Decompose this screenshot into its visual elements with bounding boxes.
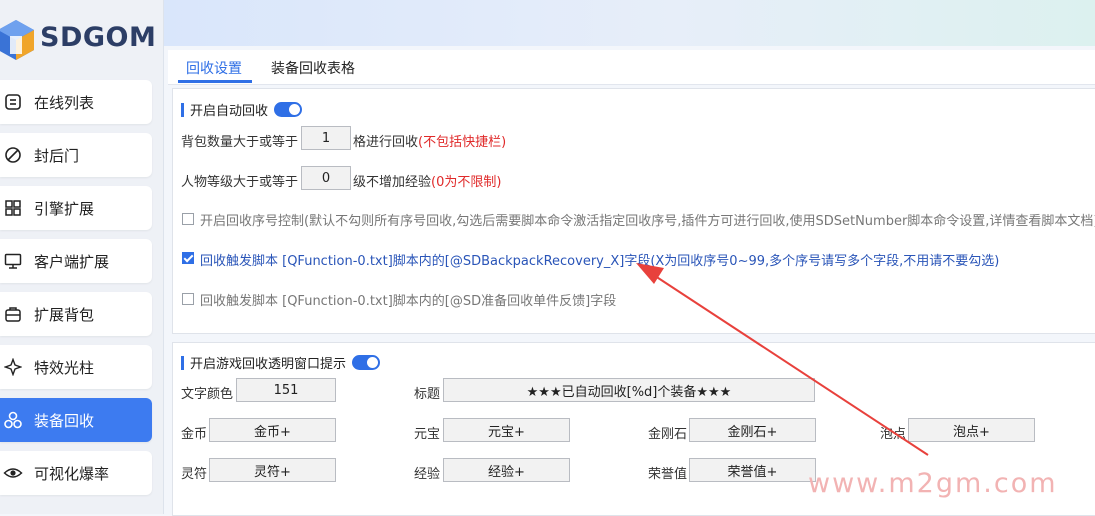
section-bar	[181, 355, 184, 370]
sidebar-item-label: 在线列表	[34, 93, 95, 112]
auto-recycle-title: 开启自动回收	[190, 104, 269, 119]
bag-icon	[2, 303, 24, 325]
bubble-point-label: 泡点	[880, 427, 907, 442]
logo-mark-icon	[0, 20, 34, 60]
level-prefix: 人物等级大于或等于	[181, 175, 299, 190]
sidebar-item-label: 装备回收	[34, 411, 95, 430]
gold-input[interactable]: 金币+	[209, 418, 336, 442]
brand-name: SDGOM	[40, 22, 157, 53]
level-input[interactable]: 0	[301, 166, 351, 190]
auto-recycle-panel: 开启自动回收 背包数量大于或等于 1 格进行回收(不包括快捷栏) 人物等级大于或…	[172, 88, 1095, 334]
auto-recycle-header: 开启自动回收	[181, 100, 303, 119]
bag-count-prefix: 背包数量大于或等于	[181, 135, 299, 150]
bubble-point-input[interactable]: 泡点+	[908, 418, 1035, 442]
section-bar	[181, 102, 184, 117]
bag-count-note: (不包括快捷栏)	[418, 135, 507, 150]
sidebar-item-effect-light[interactable]: 特效光柱	[0, 345, 152, 389]
level-suffix: 级不增加经验	[353, 175, 432, 190]
gold-label: 金币	[181, 427, 208, 442]
diamond-input[interactable]: 金刚石+	[689, 418, 816, 442]
exp-label: 经验	[414, 467, 441, 482]
sidebar-item-visual-drop-rate[interactable]: 可视化爆率	[0, 451, 152, 495]
brand-logo: SDGOM	[0, 14, 163, 64]
sidebar-item-label: 特效光柱	[34, 358, 95, 377]
talisman-input[interactable]: 灵符+	[209, 458, 336, 482]
single-feedback-checkbox[interactable]	[182, 293, 194, 305]
ban-icon	[2, 144, 24, 166]
header-band	[164, 0, 1095, 46]
sidebar-item-ext-bag[interactable]: 扩展背包	[0, 292, 152, 336]
caption-input[interactable]: ★★★已自动回收[%d]个装备★★★	[443, 378, 815, 402]
honor-input[interactable]: 荣誉值+	[689, 458, 816, 482]
popup-tip-header: 开启游戏回收透明窗口提示	[181, 353, 381, 372]
sidebar-item-client-ext[interactable]: 客户端扩展	[0, 239, 152, 283]
level-note: (0为不限制)	[431, 175, 502, 190]
trigger-script-checkbox[interactable]	[182, 252, 194, 264]
bag-count-suffix-group: 格进行回收(不包括快捷栏)	[353, 131, 506, 150]
grid-icon	[2, 197, 24, 219]
sidebar-item-engine-ext[interactable]: 引擎扩展	[0, 186, 152, 230]
recycle-icon	[2, 409, 24, 431]
popup-tip-title: 开启游戏回收透明窗口提示	[190, 357, 347, 372]
sidebar-item-label: 扩展背包	[34, 305, 95, 324]
single-feedback-label: 回收触发脚本 [QFunction-0.txt]脚本内的[@SD准备回收单件反馈…	[200, 294, 617, 309]
trigger-script-label: 回收触发脚本 [QFunction-0.txt]脚本内的[@SDBackpack…	[200, 254, 1000, 269]
tab-recycle-settings[interactable]: 回收设置	[186, 58, 242, 78]
text-color-input[interactable]: 151	[236, 378, 336, 402]
sidebar-item-label: 可视化爆率	[34, 464, 110, 483]
active-tab-indicator	[178, 80, 252, 83]
eye-icon	[2, 462, 24, 484]
sparkle-icon	[2, 356, 24, 378]
serial-control-label: 开启回收序号控制(默认不勾则所有序号回收,勾选后需要脚本命令激活指定回收序号,插…	[200, 214, 1095, 229]
tab-recycle-table[interactable]: 装备回收表格	[271, 58, 355, 78]
honor-label: 荣誉值	[648, 467, 688, 482]
sidebar-item-label: 引擎扩展	[34, 199, 95, 218]
text-color-label: 文字颜色	[181, 387, 234, 402]
tab-bar: 回收设置 装备回收表格	[168, 50, 1095, 85]
sidebar-item-online-list[interactable]: 在线列表	[0, 80, 152, 124]
serial-control-checkbox[interactable]	[182, 213, 194, 225]
exp-input[interactable]: 经验+	[443, 458, 570, 482]
sidebar-item-equip-recycle[interactable]: 装备回收	[0, 398, 152, 442]
level-suffix-group: 级不增加经验(0为不限制)	[353, 171, 501, 190]
sidebar-item-block-backdoor[interactable]: 封后门	[0, 133, 152, 177]
talisman-label: 灵符	[181, 467, 208, 482]
caption-label: 标题	[414, 387, 441, 402]
bag-count-suffix: 格进行回收	[353, 135, 419, 150]
sidebar: SDGOM 在线列表 封后门 引擎扩展 客户端扩展 扩展背包 特效光柱 装备回收…	[0, 0, 164, 514]
monitor-icon	[2, 250, 24, 272]
bag-count-input[interactable]: 1	[301, 126, 351, 150]
yuanbao-label: 元宝	[414, 427, 441, 442]
watermark: www.m2gm.com	[808, 468, 1058, 499]
popup-tip-toggle[interactable]	[352, 355, 381, 370]
yuanbao-input[interactable]: 元宝+	[443, 418, 570, 442]
auto-recycle-toggle[interactable]	[274, 102, 303, 117]
diamond-label: 金刚石	[648, 427, 688, 442]
list-icon	[2, 91, 24, 113]
sidebar-item-label: 客户端扩展	[34, 252, 110, 271]
sidebar-item-label: 封后门	[34, 146, 80, 165]
